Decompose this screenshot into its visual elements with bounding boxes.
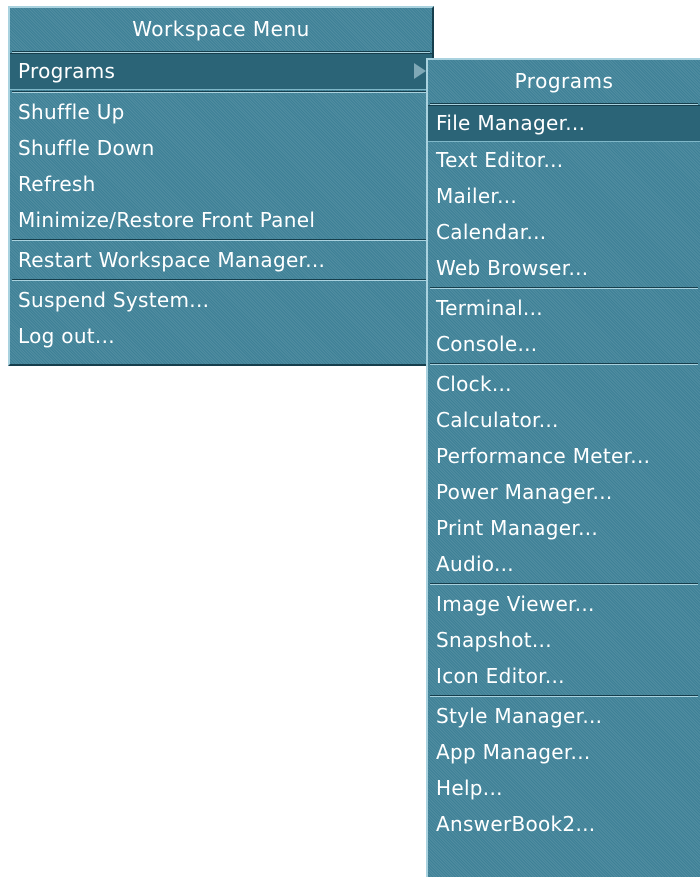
menu-item-terminal[interactable]: Terminal... bbox=[428, 290, 700, 326]
menu-item-calculator[interactable]: Calculator... bbox=[428, 402, 700, 438]
menu-item-programs[interactable]: Programs bbox=[10, 53, 432, 90]
menu-item-power-manager[interactable]: Power Manager... bbox=[428, 474, 700, 510]
menu-item-image-viewer[interactable]: Image Viewer... bbox=[428, 586, 700, 622]
menu-separator bbox=[430, 287, 698, 289]
menu-item-shuffle-down[interactable]: Shuffle Down bbox=[10, 130, 432, 166]
menu-item-minimize-restore-front-panel[interactable]: Minimize/Restore Front Panel bbox=[10, 202, 432, 238]
menu-item-label: Programs bbox=[18, 59, 116, 83]
workspace-menu: Workspace Menu Programs Shuffle Up Shuff… bbox=[8, 6, 434, 366]
menu-item-app-manager[interactable]: App Manager... bbox=[428, 734, 700, 770]
menu-separator bbox=[430, 583, 698, 585]
cascade-arrow-icon bbox=[414, 63, 426, 79]
menu-item-icon-editor[interactable]: Icon Editor... bbox=[428, 658, 700, 694]
programs-menu-title: Programs bbox=[514, 69, 614, 93]
workspace-menu-title: Workspace Menu bbox=[132, 17, 310, 41]
menu-separator bbox=[430, 363, 698, 365]
menu-item-print-manager[interactable]: Print Manager... bbox=[428, 510, 700, 546]
menu-item-text-editor[interactable]: Text Editor... bbox=[428, 142, 700, 178]
programs-submenu: Programs File Manager... Text Editor... … bbox=[426, 58, 700, 877]
menu-item-audio[interactable]: Audio... bbox=[428, 546, 700, 582]
menu-item-mailer[interactable]: Mailer... bbox=[428, 178, 700, 214]
menu-separator bbox=[430, 695, 698, 697]
menu-separator bbox=[12, 239, 430, 241]
menu-item-refresh[interactable]: Refresh bbox=[10, 166, 432, 202]
menu-separator bbox=[12, 91, 430, 93]
menu-item-answerbook2[interactable]: AnswerBook2... bbox=[428, 806, 700, 842]
menu-item-performance-meter[interactable]: Performance Meter... bbox=[428, 438, 700, 474]
menu-item-suspend-system[interactable]: Suspend System... bbox=[10, 282, 432, 318]
menu-item-log-out[interactable]: Log out... bbox=[10, 318, 432, 354]
menu-separator bbox=[12, 279, 430, 281]
menu-item-restart-workspace-manager[interactable]: Restart Workspace Manager... bbox=[10, 242, 432, 278]
menu-item-snapshot[interactable]: Snapshot... bbox=[428, 622, 700, 658]
menu-item-calendar[interactable]: Calendar... bbox=[428, 214, 700, 250]
menu-item-clock[interactable]: Clock... bbox=[428, 366, 700, 402]
menu-item-style-manager[interactable]: Style Manager... bbox=[428, 698, 700, 734]
menu-item-shuffle-up[interactable]: Shuffle Up bbox=[10, 94, 432, 130]
menu-item-console[interactable]: Console... bbox=[428, 326, 700, 362]
menu-item-web-browser[interactable]: Web Browser... bbox=[428, 250, 700, 286]
menu-item-help[interactable]: Help... bbox=[428, 770, 700, 806]
menu-item-file-manager[interactable]: File Manager... bbox=[428, 105, 700, 142]
